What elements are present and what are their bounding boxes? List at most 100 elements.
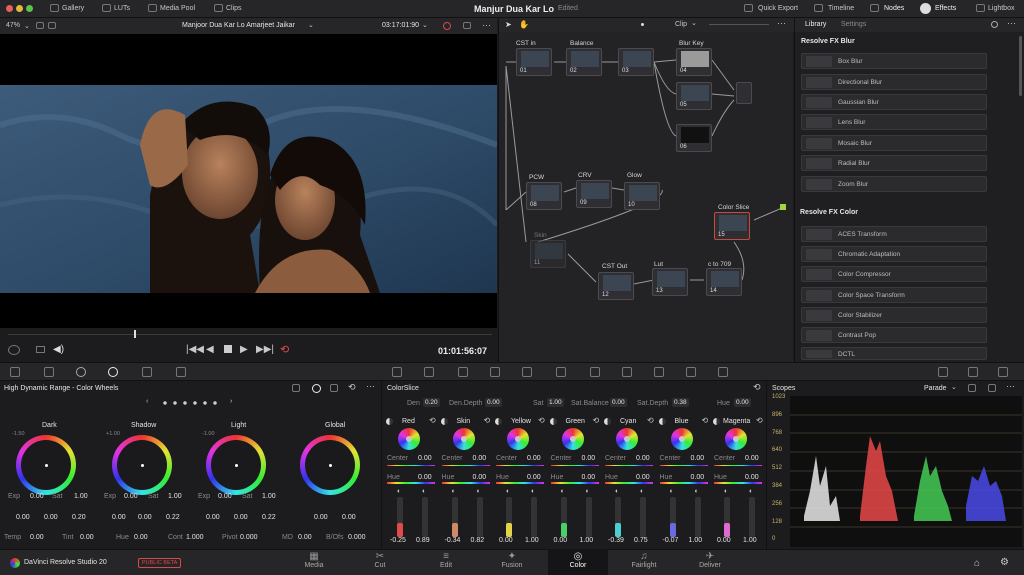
sat-value[interactable]: 1.00 — [168, 493, 182, 500]
lightbox-tab[interactable]: Lightbox — [988, 5, 1014, 12]
window-icon[interactable] — [490, 367, 500, 377]
node-02[interactable]: 02 — [566, 48, 602, 76]
density-value[interactable]: -0.39 — [608, 537, 624, 544]
exp-value[interactable]: 0.00 — [30, 493, 44, 500]
list-item[interactable]: Mosaic Blur — [801, 135, 987, 151]
page-dots[interactable] — [160, 400, 220, 406]
scope-expand-icon[interactable] — [988, 384, 996, 392]
x-value[interactable]: 0.00 — [314, 514, 328, 521]
jog-icon[interactable] — [8, 345, 20, 355]
gear-icon[interactable]: ⚙ — [1000, 557, 1009, 568]
list-item[interactable]: Lens Blur — [801, 114, 987, 130]
density-slider[interactable] — [724, 497, 730, 537]
qualifier-icon[interactable] — [458, 367, 468, 377]
list-item[interactable]: Radial Blur — [801, 155, 987, 171]
x-value[interactable]: 0.00 — [16, 514, 30, 521]
loop-icon[interactable]: ⟲ — [280, 343, 289, 356]
layer-mixer-node[interactable] — [736, 82, 752, 104]
density-value[interactable]: 0.00 — [554, 537, 568, 544]
sat-value[interactable]: 1.00 — [547, 398, 564, 407]
output-node-icon[interactable] — [780, 204, 786, 210]
reset-icon[interactable]: ⟲ — [484, 416, 491, 425]
media-pool-tab[interactable]: Media Pool — [160, 5, 195, 12]
sat-value[interactable]: 1.00 — [74, 493, 88, 500]
blur-icon[interactable] — [590, 367, 600, 377]
tab-library[interactable]: Library — [805, 21, 826, 28]
density-value[interactable]: -0.07 — [663, 537, 679, 544]
tab-media[interactable]: ▦ Media — [284, 549, 344, 575]
rgb-mixer-icon[interactable] — [142, 367, 152, 377]
list-item[interactable]: Color Stabilizer — [801, 307, 987, 323]
skip-forward-icon[interactable]: ▶▶| — [256, 344, 274, 355]
center-value[interactable]: 0.00 — [636, 455, 650, 462]
list-item[interactable]: Gaussian Blur — [801, 94, 987, 110]
saturation-slider[interactable] — [694, 497, 701, 537]
tint-value[interactable]: 0.00 — [80, 534, 94, 541]
maximize-window-icon[interactable] — [26, 5, 33, 12]
hue-value[interactable]: 0.00 — [134, 534, 148, 541]
channel-toggle-icon[interactable] — [713, 418, 720, 425]
scope-settings-icon[interactable] — [968, 384, 976, 392]
list-item[interactable]: Color Space Transform — [801, 287, 987, 303]
channel-toggle-icon[interactable] — [440, 418, 448, 425]
channel-toggle-icon[interactable] — [386, 418, 393, 425]
layers-icon[interactable] — [36, 346, 45, 353]
quick-export-button[interactable]: Quick Export — [758, 5, 798, 12]
reset-icon[interactable]: ⟲ — [348, 382, 356, 393]
hdr-mode-icon[interactable] — [312, 384, 321, 393]
saturation-slider[interactable] — [476, 497, 483, 537]
node-09[interactable]: 09 — [576, 180, 612, 208]
center-value[interactable]: 0.00 — [473, 455, 487, 462]
hdr-icon[interactable] — [108, 367, 118, 377]
viewer-scrubber[interactable] — [8, 334, 492, 335]
scope-mode-selector[interactable]: Parade — [924, 385, 947, 392]
more-options-icon[interactable]: ··· — [777, 18, 786, 28]
list-item[interactable]: Box Blur — [801, 53, 987, 69]
more-options-icon[interactable]: ··· — [366, 381, 375, 391]
library-scrollbar[interactable] — [1019, 36, 1022, 96]
sat-balance-value[interactable]: 0.00 — [610, 398, 627, 407]
tab-fairlight[interactable]: ♫ Fairlight — [614, 549, 674, 575]
volume-icon[interactable]: ◀) — [53, 344, 64, 355]
list-item[interactable]: Zoom Blur — [801, 176, 987, 192]
fullscreen-icon[interactable] — [463, 22, 471, 29]
close-window-icon[interactable] — [6, 5, 13, 12]
minimize-window-icon[interactable] — [16, 5, 23, 12]
global-wheel[interactable] — [300, 435, 360, 495]
pointer-tool-icon[interactable]: ➤ — [505, 20, 512, 29]
more-options-icon[interactable]: ··· — [1006, 381, 1015, 391]
channel-wheel[interactable] — [398, 428, 420, 450]
y-value[interactable]: 0.00 — [138, 514, 152, 521]
channel-toggle-icon[interactable] — [658, 418, 666, 425]
temp-value[interactable]: 0.00 — [30, 534, 44, 541]
nodes-tab[interactable]: Nodes — [884, 5, 904, 12]
tab-fusion[interactable]: ✦ Fusion — [482, 549, 542, 575]
reset-icon[interactable]: ⟲ — [756, 416, 763, 425]
center-value[interactable]: 0.00 — [527, 455, 541, 462]
list-item[interactable]: ACES Transform — [801, 226, 987, 242]
node-13[interactable]: 13 — [652, 268, 688, 296]
search-icon[interactable] — [991, 21, 998, 28]
reset-icon[interactable]: ⟲ — [593, 416, 600, 425]
sizing-icon[interactable] — [654, 367, 664, 377]
channel-toggle-icon[interactable] — [604, 418, 611, 425]
viewer-mode-icon[interactable] — [36, 22, 44, 29]
tab-color[interactable]: ◎ Color — [548, 549, 608, 575]
x-value[interactable]: 0.00 — [112, 514, 126, 521]
channel-wheel[interactable] — [725, 428, 747, 450]
home-icon[interactable]: ⌂ — [974, 558, 980, 569]
sat-value[interactable]: 1.00 — [262, 493, 276, 500]
hue-value[interactable]: 0.00 — [691, 474, 705, 481]
channel-wheel[interactable] — [561, 428, 584, 450]
saturation-value[interactable]: 1.00 — [743, 537, 757, 544]
more-options-icon[interactable]: ··· — [1007, 18, 1016, 28]
chevron-down-icon[interactable]: ⌄ — [951, 383, 957, 391]
node-03[interactable]: 03 — [618, 48, 654, 76]
color-warper-icon[interactable] — [424, 367, 434, 377]
saturation-slider[interactable] — [585, 497, 592, 537]
chevron-down-icon[interactable]: ⌄ — [422, 21, 428, 29]
y-value[interactable]: 0.00 — [342, 514, 356, 521]
channel-wheel[interactable] — [507, 428, 529, 450]
saturation-value[interactable]: 1.00 — [525, 537, 539, 544]
saturation-value[interactable]: 1.00 — [580, 537, 594, 544]
